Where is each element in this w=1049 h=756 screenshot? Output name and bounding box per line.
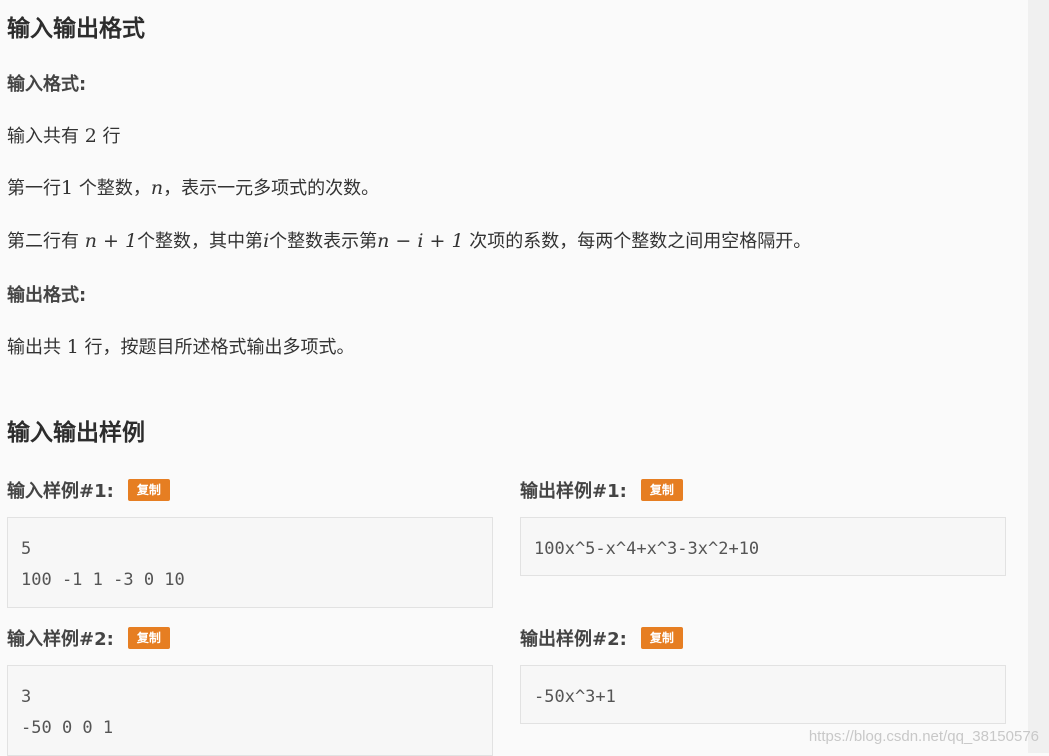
text-segment: 行 [96, 126, 121, 147]
text-segment: 第一行 [7, 178, 61, 199]
sample-1-input-title: 输入样例#1: [7, 481, 114, 502]
copy-button[interactable]: 复制 [640, 479, 683, 501]
code-line: 5 [21, 539, 32, 559]
input-desc-line-1: 输入共有 2 行 [7, 124, 121, 149]
code-line: -50 0 0 1 [21, 718, 114, 738]
input-format-heading: 输入格式: [7, 74, 87, 95]
copy-button[interactable]: 复制 [127, 479, 170, 501]
sample-1-input-header: 输入样例#1: 复制 [7, 477, 170, 503]
sample-2-output-box[interactable]: -50x^3+1 [520, 665, 1006, 724]
text-segment: 行，按题目所述格式输出多项式。 [78, 337, 355, 358]
code-line: 100 -1 1 -3 0 10 [21, 570, 185, 590]
text-segment: 输入共有 [7, 126, 85, 147]
sample-2-input-box[interactable]: 3 -50 0 0 1 [7, 665, 493, 756]
sample-1-output-box[interactable]: 100x^5-x^4+x^3-3x^2+10 [520, 517, 1006, 576]
scrollbar-track[interactable] [1028, 0, 1049, 753]
sample-1-input: 输入样例#1: 复制 5 100 -1 1 -3 0 10 [7, 477, 495, 609]
copy-button[interactable]: 复制 [640, 627, 683, 649]
output-desc-line-1: 输出共 1 行，按题目所述格式输出多项式。 [7, 335, 355, 360]
sample-2-output-header: 输出样例#2: 复制 [520, 625, 683, 651]
io-format-title: 输入输出格式 [7, 16, 145, 42]
sample-1-input-box[interactable]: 5 100 -1 1 -3 0 10 [7, 517, 493, 608]
output-format-heading: 输出格式: [7, 285, 87, 306]
text-segment: 个整数， [73, 178, 151, 199]
sample-2-input-header: 输入样例#2: 复制 [7, 625, 170, 651]
math-number: 2 [84, 125, 97, 147]
sample-1-output-title: 输出样例#1: [520, 481, 627, 502]
sample-1-output-header: 输出样例#1: 复制 [520, 477, 683, 503]
sample-2-output: 输出样例#2: 复制 -50x^3+1 [520, 625, 1008, 725]
text-segment: 个整数表示第 [269, 231, 378, 252]
samples-title: 输入输出样例 [7, 420, 145, 446]
code-line: -50x^3+1 [534, 687, 616, 707]
sample-2-output-title: 输出样例#2: [520, 629, 627, 650]
math-expression: n + 1 [84, 230, 138, 252]
sample-2-input-title: 输入样例#2: [7, 629, 114, 650]
text-segment: ，表示一元多项式的次数。 [163, 178, 380, 199]
input-desc-line-2: 第一行1 个整数，n，表示一元多项式的次数。 [7, 176, 379, 201]
code-line: 100x^5-x^4+x^3-3x^2+10 [534, 539, 760, 559]
math-expression: n − i + 1 [377, 230, 464, 252]
code-line: 3 [21, 687, 32, 707]
text-segment: 输出共 [7, 337, 67, 358]
text-segment: 第二行有 [7, 231, 85, 252]
sample-2-input: 输入样例#2: 复制 3 -50 0 0 1 [7, 625, 495, 756]
math-number: 1 [61, 177, 74, 199]
math-variable: n [150, 177, 164, 199]
math-number: 1 [66, 336, 79, 358]
input-desc-line-3: 第二行有 n + 1个整数，其中第i个整数表示第n − i + 1 次项的系数，… [7, 229, 811, 254]
copy-button[interactable]: 复制 [127, 627, 170, 649]
watermark-text: https://blog.csdn.net/qq_38150576 [808, 728, 1039, 745]
text-segment: 次项的系数，每两个整数之间用空格隔开。 [463, 231, 812, 252]
sample-1-output: 输出样例#1: 复制 100x^5-x^4+x^3-3x^2+10 [520, 477, 1008, 577]
text-segment: 个整数，其中第 [137, 231, 264, 252]
